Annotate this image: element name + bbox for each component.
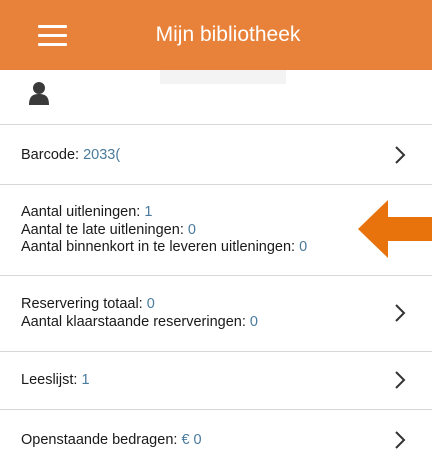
due-soon-loans-value: 0	[299, 239, 308, 255]
ready-reservations-label: Aantal klaarstaande reserveringen:	[21, 313, 246, 330]
loans-count-label: Aantal uitleningen:	[21, 204, 141, 220]
loans-count-value: 1	[144, 204, 153, 220]
chevron-right-icon	[395, 371, 406, 389]
app-header: Mijn bibliotheek	[0, 0, 432, 70]
barcode-label: Barcode:	[21, 147, 80, 163]
reading-list-value: 1	[81, 372, 90, 388]
late-loans-value: 0	[187, 221, 196, 238]
reservations-total-line: Reservering totaal: 0	[21, 296, 258, 314]
late-loans-label: Aantal te late uitleningen:	[21, 221, 184, 238]
page-title: Mijn bibliotheek	[155, 23, 301, 46]
due-soon-loans-label: Aantal binnenkort in te leveren uitlenin…	[21, 239, 296, 255]
barcode-value: 2033(	[83, 147, 121, 163]
chevron-right-icon	[395, 431, 406, 449]
reading-list-label: Leeslijst:	[21, 372, 78, 388]
loans-count-line: Aantal uitleningen: 1	[21, 204, 307, 222]
outstanding-amounts-label: Openstaande bedragen:	[21, 432, 178, 448]
chevron-right-icon	[395, 146, 406, 164]
redacted-area	[160, 70, 286, 84]
outstanding-amounts-line: Openstaande bedragen: € 0	[21, 432, 202, 450]
reading-list-row[interactable]: Leeslijst: 1	[0, 352, 432, 410]
reservations-total-value: 0	[146, 296, 155, 312]
ready-reservations-line: Aantal klaarstaande reserveringen: 0	[21, 314, 258, 332]
late-loans-line: Aantal te late uitleningen: 0	[21, 222, 307, 240]
chevron-right-icon	[395, 304, 406, 322]
due-soon-loans-line: Aantal binnenkort in te leveren uitlenin…	[21, 239, 307, 257]
pointer-arrow-icon	[358, 200, 432, 258]
barcode-line: Barcode: 2033(	[21, 147, 120, 165]
outstanding-amounts-value: € 0	[181, 432, 202, 448]
barcode-row[interactable]: Barcode: 2033(	[0, 125, 432, 185]
user-section	[0, 70, 432, 125]
reservations-total-label: Reservering totaal:	[21, 296, 143, 312]
ready-reservations-value: 0	[249, 313, 258, 330]
outstanding-amounts-row[interactable]: Openstaande bedragen: € 0	[0, 410, 432, 463]
user-icon	[29, 82, 49, 105]
reservations-row[interactable]: Reservering totaal: 0 Aantal klaarstaand…	[0, 276, 432, 352]
reading-list-line: Leeslijst: 1	[21, 372, 90, 390]
